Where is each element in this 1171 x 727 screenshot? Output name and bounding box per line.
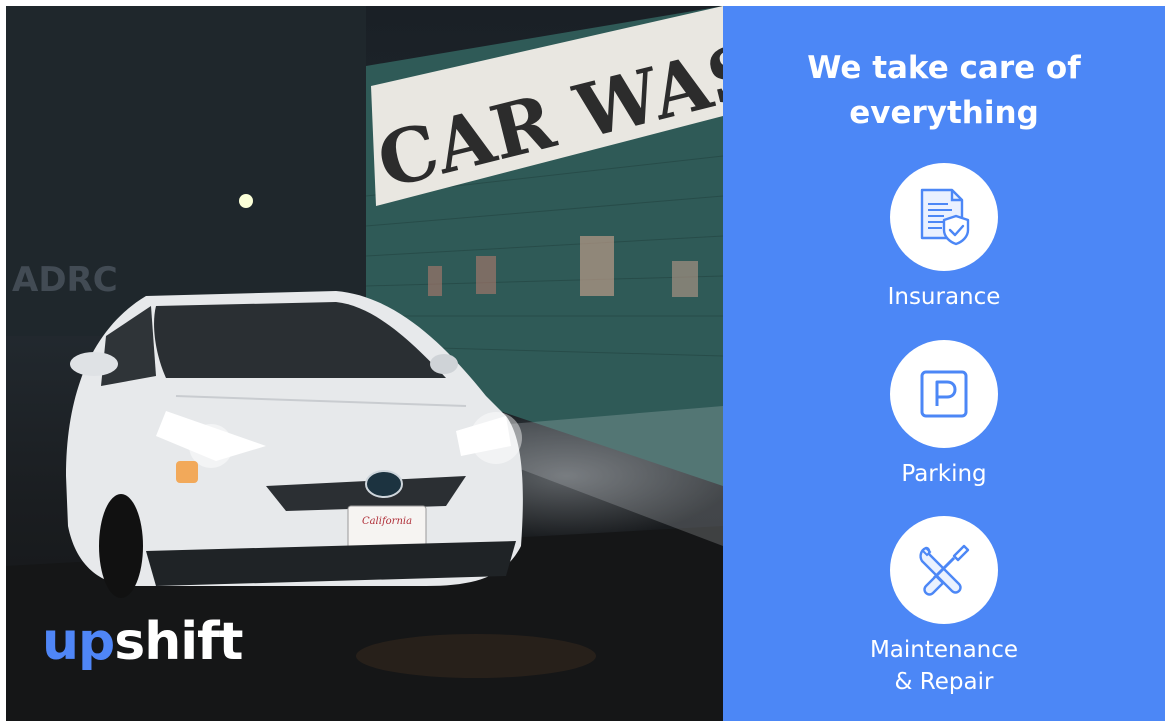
- car-wash-photo: ADRC CAR WAS California upshift: [6, 6, 723, 721]
- warning-sign: [580, 236, 614, 296]
- parking-circle: [890, 340, 998, 448]
- headline-line-2: everything: [849, 95, 1039, 131]
- feature-insurance: Insurance: [723, 163, 1165, 313]
- warning-sign-3: [672, 261, 698, 297]
- side-mirror-right: [430, 354, 458, 374]
- graffiti: ADRC: [12, 260, 118, 300]
- side-mirror: [70, 352, 118, 376]
- feature-parking: Parking: [723, 340, 1165, 490]
- headlight-glow-right: [470, 412, 522, 464]
- ground-reflection: [356, 634, 596, 678]
- ad-banner: ADRC CAR WAS California upshift We take …: [6, 6, 1165, 721]
- upshift-logo: upshift: [42, 616, 244, 668]
- logo-shift: shift: [114, 612, 243, 672]
- insurance-circle: [890, 163, 998, 271]
- maintenance-circle: [890, 516, 998, 624]
- feature-maintenance-repair: Maintenance & Repair: [723, 516, 1165, 698]
- maintenance-label: Maintenance & Repair: [723, 634, 1165, 698]
- toyota-logo-icon: [365, 470, 403, 498]
- wrench-screwdriver-icon: [919, 544, 970, 596]
- maintenance-label-line-1: Maintenance: [869, 637, 1019, 663]
- warning-sign-small-2: [428, 266, 442, 296]
- logo-up: up: [42, 612, 115, 672]
- wall-lamp: [239, 194, 253, 208]
- car-wheel: [99, 494, 143, 598]
- headline-line-1: We take care of: [807, 50, 1081, 86]
- maintenance-label-line-2: & Repair: [894, 669, 994, 695]
- insurance-document-shield-icon: [920, 188, 970, 246]
- license-plate-text: California: [362, 516, 412, 527]
- license-plate: [347, 505, 427, 551]
- headline: We take care of everything: [723, 46, 1165, 136]
- turn-signal: [176, 461, 198, 483]
- parking-label: Parking: [901, 461, 987, 487]
- insurance-label: Insurance: [887, 284, 1001, 310]
- warning-sign-small: [476, 256, 496, 294]
- features-panel: We take care of everything Insurance Par…: [723, 6, 1165, 721]
- parking-sign-icon: [920, 370, 968, 418]
